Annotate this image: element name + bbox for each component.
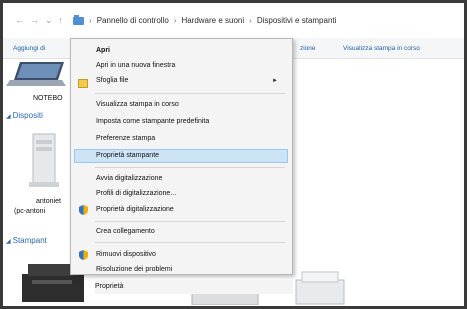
back-button[interactable]: ← xyxy=(15,15,24,25)
breadcrumb-hardware-sound[interactable]: Hardware e suoni xyxy=(181,16,244,25)
breadcrumb-devices-printers[interactable]: Dispositivi e stampanti xyxy=(257,16,337,25)
laptop-device-icon[interactable] xyxy=(6,60,68,90)
add-device-button[interactable]: Aggiungi di xyxy=(13,45,45,52)
menu-divider xyxy=(94,276,284,277)
printers-section-label: Stampant xyxy=(12,236,47,245)
menu-item-properties[interactable]: Proprietà xyxy=(95,280,293,294)
recent-locations-dropdown[interactable]: ⌄ xyxy=(45,15,53,26)
menu-item-start-scan[interactable]: Avvia digitalizzazione xyxy=(96,172,162,186)
up-button[interactable]: ↑ xyxy=(59,15,64,25)
laptop-label: NOTEBO xyxy=(33,95,63,102)
breadcrumb-separator: › xyxy=(249,15,252,25)
collapse-triangle-icon: ◢ xyxy=(6,114,11,120)
printers-section-header[interactable]: ◢ Stampant xyxy=(6,236,47,245)
forward-button[interactable]: → xyxy=(30,15,39,25)
menu-item-remove-device[interactable]: Rimuovi dispositivo xyxy=(96,248,156,262)
breadcrumb-separator: › xyxy=(173,15,177,25)
menu-item-scan-properties[interactable]: Proprietà digitalizzazione xyxy=(96,203,174,217)
menu-item-browse-files[interactable]: Sfoglia file ► xyxy=(96,74,286,88)
devices-section-label: Dispositi xyxy=(12,111,43,120)
menu-divider xyxy=(95,221,285,222)
address-bar: ← → ⌄ ↑ › Pannello di controllo › Hardwa… xyxy=(3,3,464,37)
breadcrumb-separator: › xyxy=(89,15,92,25)
device-host-label: (pc-antoni xyxy=(14,208,46,215)
menu-item-label: Sfoglia file xyxy=(96,77,129,84)
device-name-label: antoniet xyxy=(36,198,61,205)
shield-icon xyxy=(79,250,88,260)
command-fragment[interactable]: zione xyxy=(300,45,316,52)
menu-item-set-default-printer[interactable]: Imposta come stampante predefinita xyxy=(96,115,209,129)
menu-item-open[interactable]: Apri xyxy=(96,44,110,58)
menu-divider xyxy=(95,242,285,243)
menu-divider xyxy=(95,93,285,94)
printer-device-icon[interactable] xyxy=(290,270,350,306)
computer-device-icon[interactable] xyxy=(25,132,61,190)
menu-item-scan-profiles[interactable]: Profili di digitalizzazione... xyxy=(96,187,176,201)
folder-icon xyxy=(78,79,88,88)
menu-item-view-print-queue[interactable]: Visualizza stampa in corso xyxy=(96,98,179,112)
context-menu: Apri Apri in una nuova finestra Sfoglia … xyxy=(70,38,293,275)
submenu-arrow-icon: ► xyxy=(272,78,278,84)
breadcrumb-control-panel[interactable]: Pannello di controllo xyxy=(97,16,169,25)
control-panel-icon xyxy=(73,15,85,25)
menu-item-troubleshoot[interactable]: Risoluzione dei problemi xyxy=(96,263,172,277)
menu-divider xyxy=(95,167,285,168)
view-print-queue-button[interactable]: Visualizza stampa in corso xyxy=(343,45,420,52)
menu-item-open-new-window[interactable]: Apri in una nuova finestra xyxy=(96,59,175,73)
breadcrumb: › Pannello di controllo › Hardware e suo… xyxy=(73,15,336,25)
menu-item-create-shortcut[interactable]: Crea collegamento xyxy=(96,225,155,239)
menu-item-printer-properties[interactable]: Proprietà stampante xyxy=(96,149,159,163)
shield-icon xyxy=(79,205,88,215)
devices-section-header[interactable]: ◢ Dispositi xyxy=(6,111,43,120)
collapse-triangle-icon: ◢ xyxy=(6,239,11,245)
menu-item-print-preferences[interactable]: Preferenze stampa xyxy=(96,132,155,146)
